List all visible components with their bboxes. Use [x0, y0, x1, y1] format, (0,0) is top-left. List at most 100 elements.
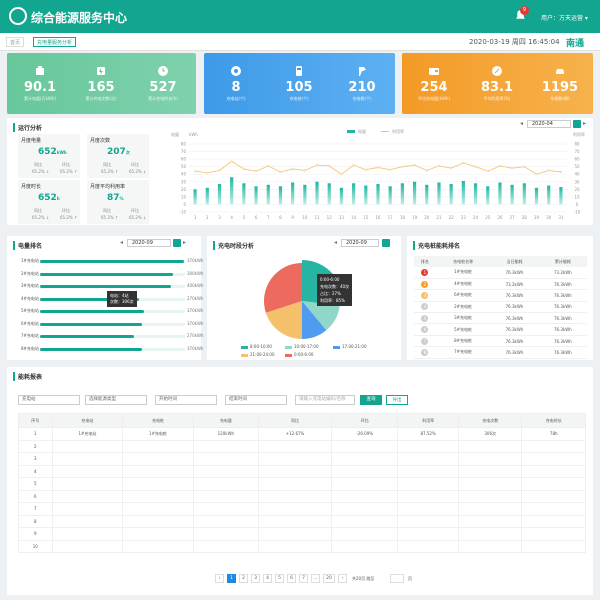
table-cell: 3#充电桩	[435, 312, 491, 325]
table-cell	[521, 514, 586, 528]
panel-title: 能耗报表	[13, 372, 42, 381]
page-unit-label: 页	[408, 576, 412, 581]
bar-mark	[522, 183, 526, 205]
charger-icon	[97, 67, 105, 75]
pie-tooltip: 0:00-6:00 充电次数：40次 占比：27% 利用率：85%	[317, 274, 353, 306]
rank-track	[40, 322, 185, 326]
prev-month-arrow[interactable]: ◂	[120, 239, 123, 246]
next-page-button[interactable]: ›	[338, 574, 347, 583]
page-button[interactable]: 20	[323, 574, 335, 583]
start-time-input[interactable]: 开始时间	[155, 395, 217, 405]
tab-charge-analysis[interactable]: 充电量服务分析	[33, 37, 77, 47]
page-button[interactable]: 7	[299, 574, 308, 583]
line-point	[437, 164, 441, 168]
station-select[interactable]: 充电站	[18, 395, 80, 405]
next-month-arrow[interactable]: ▸	[183, 239, 186, 246]
city-label: 南通	[566, 39, 585, 49]
bar-mark	[461, 181, 465, 205]
rank-bar	[40, 335, 135, 338]
table-cell: 76.3kWh	[538, 335, 587, 348]
line-point	[193, 170, 197, 173]
page-button[interactable]: 1	[227, 574, 236, 583]
page-button[interactable]: 3	[251, 574, 260, 583]
x-tick-label: 6	[255, 215, 258, 220]
bar-mark	[327, 183, 331, 205]
rank-label: 3#充电站	[21, 283, 39, 288]
table-cell	[331, 439, 399, 453]
table-cell	[192, 477, 259, 491]
table-cell: 8#充电桩	[435, 335, 491, 348]
rank-number: 2	[421, 280, 429, 288]
panel-title: 充电时段分析	[213, 241, 254, 250]
table-cell: 73.2kWh	[538, 267, 587, 279]
datetime: 2020-03-19 周四 16:45:04	[469, 38, 560, 46]
month-picker[interactable]: 2020-09	[341, 239, 379, 247]
bar-mark	[364, 185, 368, 205]
rate-icon	[492, 66, 502, 76]
line-point	[450, 167, 453, 170]
bar-mark	[352, 183, 356, 205]
rank-value: 270kWh	[187, 295, 204, 301]
table-cell	[521, 477, 586, 491]
prev-page-button[interactable]: ‹	[215, 574, 224, 583]
table-cell	[331, 502, 399, 516]
export-button[interactable]: 导出	[386, 395, 408, 405]
car-icon	[556, 69, 564, 74]
energy-type-select[interactable]: 选择能源类型	[85, 395, 147, 405]
page-button[interactable]: 2	[239, 574, 248, 583]
table-cell: 76.3kWh	[538, 289, 587, 302]
y2-tick-label: 0	[576, 202, 579, 207]
bar-mark	[486, 186, 490, 205]
page-button[interactable]: ...	[311, 574, 320, 583]
x-tick-label: 3	[218, 215, 221, 220]
calendar-icon[interactable]	[382, 239, 390, 247]
table-cell: 76.3kWh	[490, 312, 539, 325]
x-tick-label: 4	[230, 215, 233, 220]
table-cell	[397, 527, 459, 541]
y2-tick-label: -10	[574, 210, 581, 215]
month-picker[interactable]: 2020-09	[127, 239, 171, 247]
line-point	[206, 171, 209, 174]
prev-month-arrow[interactable]: ◂	[334, 239, 337, 246]
page-button[interactable]: 6	[287, 574, 296, 583]
query-button[interactable]: 查询	[360, 395, 382, 405]
period-panel: 充电时段分析 ◂ 2020-09 0:00-6:00 充电次数：40次 占比：2…	[207, 236, 401, 360]
y-axis-label: 电量	[171, 131, 179, 137]
x-tick-label: 18	[400, 215, 406, 220]
table-cell	[192, 527, 259, 541]
user-menu[interactable]: 用户：方天运营 ▾	[541, 13, 588, 22]
table-cell	[331, 464, 399, 478]
goto-page-input[interactable]	[390, 574, 404, 583]
table-cell	[257, 502, 333, 516]
table-cell: 120kWh	[192, 427, 259, 441]
table-cell	[397, 439, 459, 453]
table-cell	[397, 514, 459, 528]
page-button[interactable]: 5	[275, 574, 284, 583]
end-time-input[interactable]: 结束时间	[225, 395, 287, 405]
page-button[interactable]: 4	[263, 574, 272, 583]
app-title: 综合能源服务中心	[31, 11, 128, 25]
column-header: 充电次数	[457, 413, 523, 428]
table-cell	[122, 464, 194, 478]
table-cell	[257, 439, 333, 453]
rank-bar	[40, 260, 184, 263]
line-point	[510, 167, 514, 170]
x-tick-label: 21	[436, 215, 442, 220]
rank-row: 5#充电站 370kWh	[21, 307, 203, 317]
search-input[interactable]: 请输入充电站编码/名称	[295, 395, 355, 405]
rank-label: 5#充电站	[21, 308, 39, 313]
calendar-icon[interactable]	[173, 239, 181, 247]
rank-number: 5	[421, 314, 429, 322]
column-header: 充电桩	[122, 413, 194, 428]
rank-track	[40, 260, 185, 263]
line-point	[523, 165, 526, 168]
top-header: 综合能源服务中心 9 用户：方天运营 ▾	[0, 0, 600, 33]
tab-home[interactable]: 首页	[6, 37, 25, 47]
table-cell	[122, 502, 194, 516]
table-cell: 76.3kWh	[490, 289, 539, 302]
line-point	[559, 170, 563, 174]
table-cell	[51, 477, 124, 491]
bar-mark	[266, 184, 270, 205]
x-tick-label: 28	[522, 215, 528, 220]
table-cell: 76.3kWh	[538, 312, 587, 325]
